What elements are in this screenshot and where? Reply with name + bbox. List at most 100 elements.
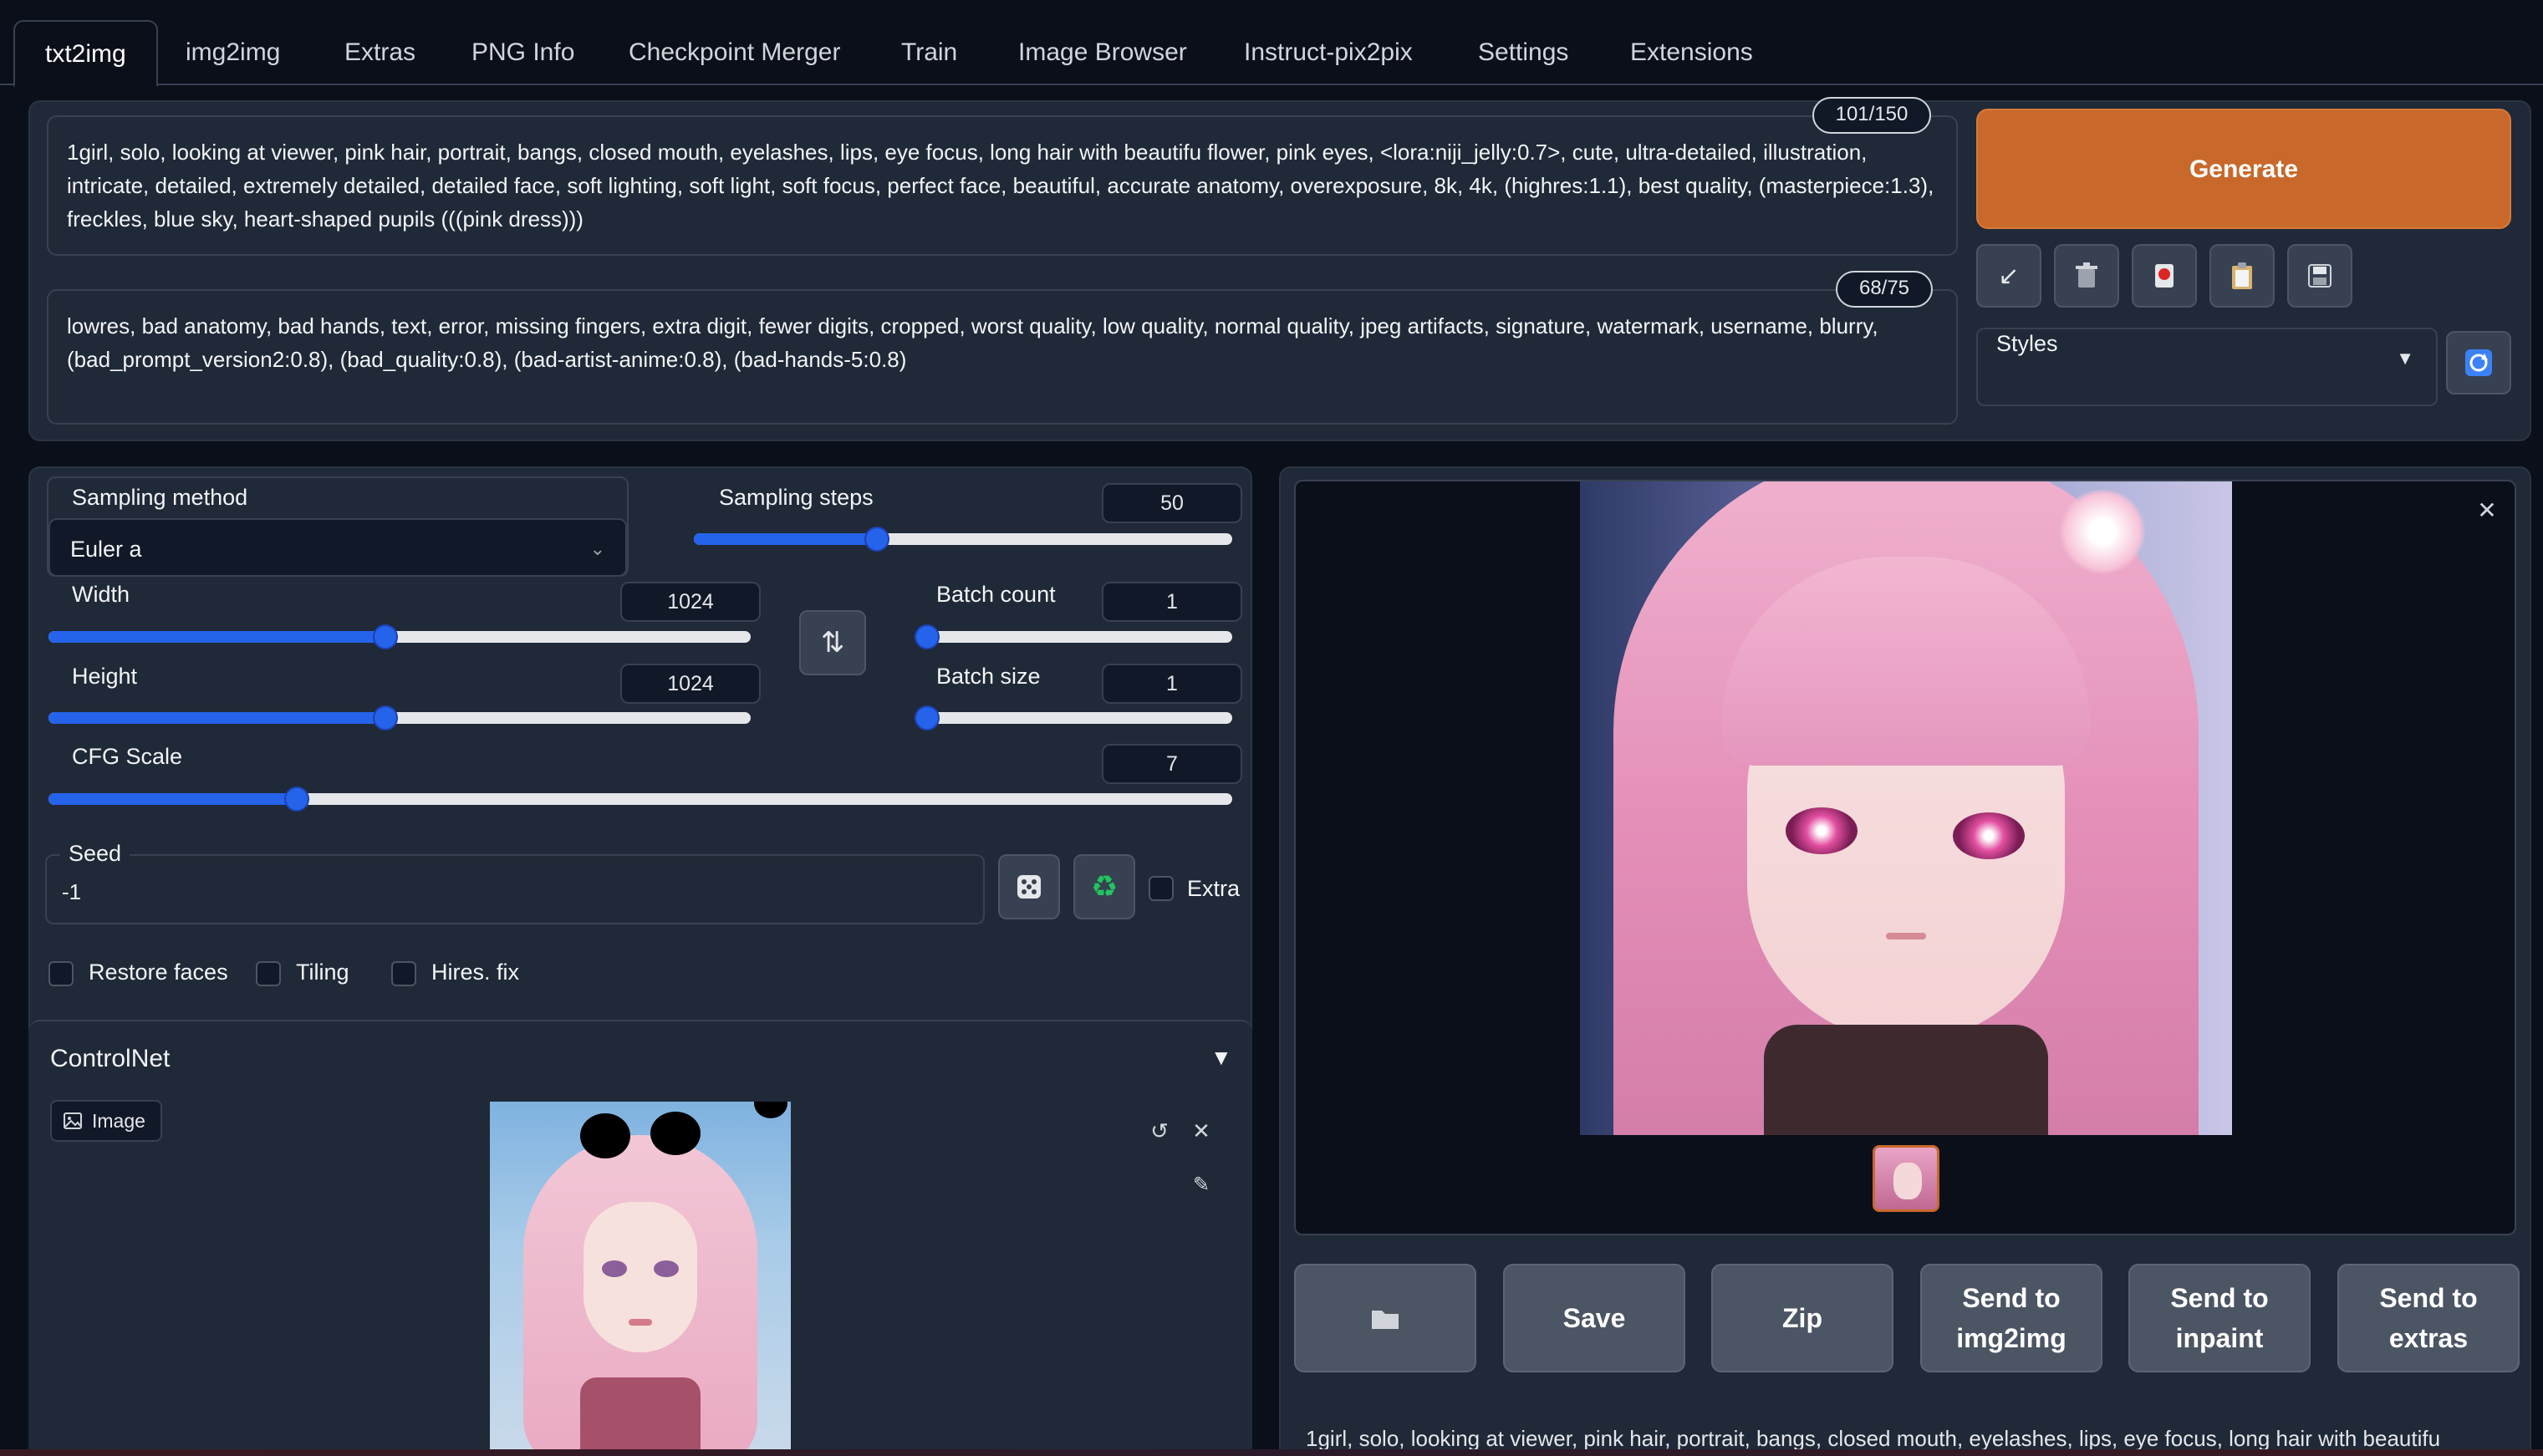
- red-card-icon: [2155, 264, 2174, 288]
- sampling-steps-input[interactable]: 50: [1102, 483, 1242, 523]
- clear-prompt-button[interactable]: [2054, 244, 2119, 308]
- recycle-icon: ♻: [1090, 869, 1119, 904]
- cfg-scale-input[interactable]: 7: [1102, 744, 1242, 784]
- batch-size-label: Batch size: [936, 664, 1041, 689]
- cfg-scale-label: CFG Scale: [72, 744, 183, 769]
- negative-prompt-input[interactable]: lowres, bad anatomy, bad hands, text, er…: [47, 289, 1958, 425]
- dice-icon: [1017, 875, 1041, 899]
- save-button[interactable]: Save: [1503, 1264, 1685, 1372]
- tab-bar: txt2img img2img Extras PNG Info Checkpoi…: [0, 0, 2543, 87]
- tab-img2img[interactable]: img2img: [155, 20, 310, 85]
- width-label: Width: [72, 582, 130, 607]
- close-icon[interactable]: ✕: [1187, 1117, 1215, 1145]
- batch-count-label: Batch count: [936, 582, 1056, 607]
- apply-style-button[interactable]: [2209, 244, 2275, 308]
- batch-size-input[interactable]: 1: [1102, 664, 1242, 704]
- zip-button[interactable]: Zip: [1711, 1264, 1893, 1372]
- clipboard-icon: [2232, 262, 2252, 289]
- generation-info-text: 1girl, solo, looking at viewer, pink hai…: [1306, 1426, 2441, 1451]
- tab-txt2img[interactable]: txt2img: [13, 20, 158, 87]
- sampling-method-value: Euler a: [70, 537, 142, 562]
- prompt-input[interactable]: 1girl, solo, looking at viewer, pink hai…: [47, 115, 1958, 256]
- tiling-label: Tiling: [296, 960, 349, 985]
- brush-icon[interactable]: ✎: [1187, 1170, 1215, 1199]
- height-input[interactable]: 1024: [620, 664, 761, 704]
- button-line: inpaint: [2175, 1323, 2264, 1353]
- width-input[interactable]: 1024: [620, 582, 761, 622]
- restore-faces-checkbox[interactable]: [48, 961, 74, 986]
- seed-label: Seed: [60, 841, 130, 867]
- swap-dimensions-button[interactable]: ⇅: [799, 610, 866, 675]
- slider-thumb[interactable]: [373, 624, 399, 649]
- tab-settings[interactable]: Settings: [1448, 20, 1598, 85]
- hires-fix-label: Hires. fix: [431, 960, 520, 985]
- show-extra-networks-button[interactable]: [2132, 244, 2197, 308]
- cfg-scale-slider[interactable]: [48, 787, 1232, 812]
- sampling-steps-label: Sampling steps: [719, 485, 874, 510]
- send-to-extras-button[interactable]: Send to extras: [2337, 1264, 2520, 1372]
- tab-image-browser[interactable]: Image Browser: [988, 20, 1217, 85]
- refresh-icon: [2465, 349, 2492, 376]
- styles-dropdown[interactable]: Styles ▼: [1976, 328, 2438, 406]
- collapse-triangle-icon[interactable]: ▼: [1210, 1045, 1232, 1071]
- random-seed-button[interactable]: [998, 854, 1060, 919]
- open-folder-button[interactable]: [1294, 1264, 1476, 1372]
- close-icon[interactable]: ✕: [2473, 496, 2501, 525]
- image-icon: [64, 1112, 82, 1129]
- slider-thumb[interactable]: [915, 624, 940, 649]
- hires-fix-checkbox[interactable]: [391, 961, 416, 986]
- width-slider[interactable]: [48, 624, 751, 649]
- reuse-seed-button[interactable]: ♻: [1073, 854, 1135, 919]
- negative-prompt-token-counter: 68/75: [1836, 271, 1933, 308]
- batch-count-input[interactable]: 1: [1102, 582, 1242, 622]
- tab-png-info[interactable]: PNG Info: [441, 20, 604, 85]
- controlnet-input-image[interactable]: [490, 1102, 791, 1453]
- batch-size-slider[interactable]: [915, 705, 1232, 731]
- seed-value: -1: [62, 879, 82, 904]
- floppy-disk-icon: [2308, 264, 2332, 288]
- generate-button[interactable]: Generate: [1976, 109, 2511, 229]
- send-to-img2img-button[interactable]: Send to img2img: [1920, 1264, 2102, 1372]
- height-label: Height: [72, 664, 138, 689]
- tab-train[interactable]: Train: [871, 20, 987, 85]
- restore-faces-label: Restore faces: [89, 960, 228, 985]
- button-line: Send to: [1962, 1283, 2061, 1313]
- refresh-styles-button[interactable]: [2446, 331, 2511, 395]
- sampling-method-select[interactable]: Euler a ⌄: [48, 518, 627, 577]
- button-line: img2img: [1956, 1323, 2067, 1353]
- tiling-checkbox[interactable]: [256, 961, 281, 986]
- tab-checkpoint-merger[interactable]: Checkpoint Merger: [599, 20, 870, 85]
- prompt-token-counter: 101/150: [1812, 97, 1931, 134]
- arrow-down-left-icon: ↙: [1998, 262, 2020, 290]
- slider-thumb[interactable]: [864, 527, 889, 552]
- height-slider[interactable]: [48, 705, 751, 731]
- controlnet-title: ControlNet: [50, 1045, 171, 1072]
- slider-thumb[interactable]: [373, 705, 399, 731]
- send-to-inpaint-button[interactable]: Send to inpaint: [2128, 1264, 2311, 1372]
- tab-instruct-pix2pix[interactable]: Instruct-pix2pix: [1214, 20, 1443, 85]
- button-line: Send to: [2379, 1283, 2478, 1313]
- swap-vertical-icon: ⇅: [820, 627, 845, 659]
- image-tab-label: Image: [92, 1109, 145, 1132]
- tab-extras[interactable]: Extras: [314, 20, 446, 85]
- undo-icon[interactable]: ↺: [1145, 1117, 1174, 1145]
- chevron-down-icon: ▼: [2396, 348, 2414, 369]
- tab-extensions[interactable]: Extensions: [1600, 20, 1783, 85]
- generated-image[interactable]: [1580, 481, 2232, 1135]
- folder-icon: [1372, 1311, 1399, 1329]
- gallery-thumbnail[interactable]: [1873, 1145, 1939, 1212]
- bottom-edge: [0, 1449, 2543, 1456]
- button-line: Send to: [2170, 1283, 2269, 1313]
- seed-input[interactable]: -1: [45, 854, 985, 924]
- read-params-button[interactable]: ↙: [1976, 244, 2041, 308]
- button-line: extras: [2388, 1323, 2469, 1353]
- batch-count-slider[interactable]: [915, 624, 1232, 649]
- trash-icon: [2076, 262, 2097, 288]
- save-style-button[interactable]: [2287, 244, 2352, 308]
- extra-seed-checkbox[interactable]: [1149, 876, 1174, 901]
- styles-label: Styles: [1996, 331, 2058, 356]
- slider-thumb[interactable]: [915, 705, 940, 731]
- controlnet-image-tab[interactable]: Image: [50, 1100, 162, 1142]
- extra-seed-label: Extra: [1187, 876, 1241, 901]
- sampling-steps-slider[interactable]: [694, 527, 1232, 552]
